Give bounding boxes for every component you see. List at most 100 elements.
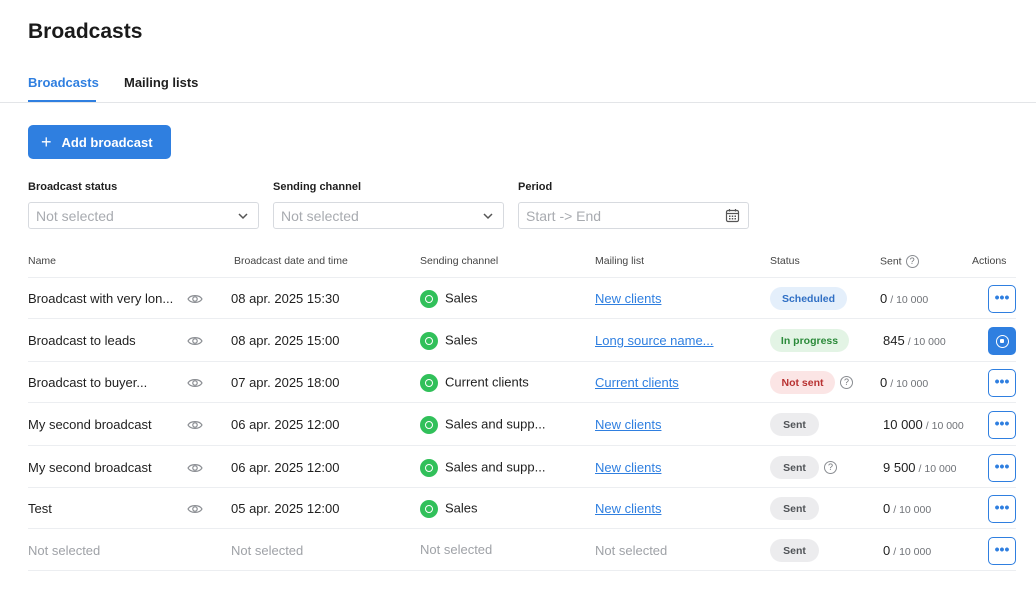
help-icon[interactable]: ?: [840, 376, 853, 389]
period-filter-value: Start -> End: [526, 207, 602, 224]
more-icon: •••: [994, 372, 1010, 389]
row-mailing-list[interactable]: New clients: [595, 460, 661, 475]
sent-count: 0: [880, 291, 888, 306]
table-row[interactable]: Test 05 apr. 2025 12:00 Sales New clients Se…: [28, 489, 1016, 529]
tab-broadcasts[interactable]: Broadcasts: [28, 75, 99, 90]
more-icon: •••: [994, 288, 1010, 305]
table-row[interactable]: Broadcast to leads 08 apr. 2025 15:00 Sale…: [28, 320, 1016, 362]
channel-filter-label: Sending channel: [273, 181, 362, 193]
sent-total: / 10 000: [890, 294, 929, 306]
row-sent: 10 000/ 10 000: [883, 417, 964, 432]
row-channel-label: Current clients: [445, 374, 529, 390]
row-name: Not selected: [28, 543, 101, 558]
sent-total: / 10 000: [890, 378, 929, 390]
period-filter-input[interactable]: Start -> End: [518, 202, 749, 229]
more-icon: •••: [994, 457, 1010, 474]
whatsapp-icon: [420, 459, 438, 477]
status-badge: Scheduled: [770, 287, 847, 310]
eye-icon[interactable]: [187, 293, 203, 305]
eye-icon[interactable]: [187, 377, 203, 389]
row-name: Test: [28, 501, 52, 516]
channel-filter-value: Not selected: [281, 207, 359, 224]
header-mailing-list: Mailing list: [595, 255, 645, 267]
calendar-icon: [725, 209, 740, 223]
row-mailing-list[interactable]: New clients: [595, 501, 661, 516]
whatsapp-icon: [420, 290, 438, 308]
period-filter-label: Period: [518, 181, 553, 193]
stop-button[interactable]: [988, 327, 1016, 355]
status-badge: Sent: [770, 539, 819, 562]
header-sent: Sent?: [880, 255, 919, 268]
more-icon: •••: [994, 498, 1010, 515]
status-filter-label: Broadcast status: [28, 181, 118, 193]
status-badge: Sent: [770, 456, 819, 479]
whatsapp-icon: [420, 374, 438, 392]
header-channel: Sending channel: [420, 255, 499, 267]
more-actions-button[interactable]: •••: [988, 285, 1016, 313]
row-date: 08 apr. 2025 15:30: [231, 291, 340, 306]
row-mailing-list[interactable]: New clients: [595, 417, 661, 432]
header-status: Status: [770, 255, 800, 267]
status-badge: In progress: [770, 329, 849, 352]
more-actions-button[interactable]: •••: [988, 495, 1016, 523]
header-sent-label: Sent: [880, 255, 902, 268]
row-channel-label: Sales and supp...: [445, 416, 546, 432]
row-mailing-list[interactable]: New clients: [595, 291, 661, 306]
more-icon: •••: [994, 540, 1010, 557]
row-date: 07 apr. 2025 18:00: [231, 375, 340, 390]
add-broadcast-button[interactable]: + Add broadcast: [28, 125, 171, 159]
sent-count: 845: [883, 333, 905, 348]
status-filter-value: Not selected: [36, 207, 114, 224]
chevron-down-icon: [483, 213, 493, 220]
more-actions-button[interactable]: •••: [988, 369, 1016, 397]
row-channel-label: Sales: [445, 332, 478, 348]
row-sent: 845/ 10 000: [883, 333, 946, 348]
help-icon[interactable]: ?: [824, 461, 837, 474]
add-broadcast-label: Add broadcast: [61, 134, 153, 150]
row-date: 08 apr. 2025 15:00: [231, 333, 340, 348]
eye-icon[interactable]: [187, 462, 203, 474]
row-mailing-list[interactable]: Current clients: [595, 375, 679, 390]
stop-icon: [995, 334, 1009, 348]
more-actions-button[interactable]: •••: [988, 454, 1016, 482]
row-channel: Not selected: [420, 542, 492, 557]
help-icon[interactable]: ?: [905, 255, 919, 268]
row-sent: 0/ 10 000: [880, 375, 928, 390]
eye-icon[interactable]: [187, 335, 203, 347]
sent-count: 0: [883, 543, 891, 558]
row-channel-label: Sales: [445, 290, 478, 306]
row-channel: Sales: [420, 332, 478, 350]
more-actions-button[interactable]: •••: [988, 537, 1016, 565]
row-sent: 9 500/ 10 000: [883, 460, 957, 475]
row-date: Not selected: [231, 543, 304, 558]
sent-total: / 10 000: [918, 463, 957, 475]
row-channel-label: Sales and supp...: [445, 459, 546, 475]
row-channel: Sales: [420, 290, 478, 308]
table-row[interactable]: My second broadcast 06 apr. 2025 12:00 Sal…: [28, 447, 1016, 488]
whatsapp-icon: [420, 332, 438, 350]
row-mailing-list: Not selected: [595, 543, 668, 558]
table-row[interactable]: Broadcast to buyer... 07 apr. 2025 18:00 C…: [28, 363, 1016, 403]
header-name: Name: [28, 255, 57, 267]
channel-filter-select[interactable]: Not selected: [273, 202, 504, 229]
whatsapp-icon: [420, 500, 438, 518]
table-row[interactable]: Broadcast with very lon... 08 apr. 2025 1…: [28, 278, 1016, 319]
more-icon: •••: [994, 414, 1010, 431]
eye-icon[interactable]: [187, 419, 203, 431]
status-filter-select[interactable]: Not selected: [28, 202, 259, 229]
row-sent: 0/ 10 000: [880, 291, 928, 306]
tab-bar: Broadcasts Mailing lists: [0, 66, 1036, 103]
row-name: Broadcast with very lon...: [28, 291, 174, 306]
chevron-down-icon: [238, 213, 248, 220]
active-tab-indicator: [28, 100, 96, 102]
row-name: Broadcast to leads: [28, 333, 136, 348]
eye-icon[interactable]: [187, 503, 203, 515]
table-row[interactable]: My second broadcast 06 apr. 2025 12:00 Sal…: [28, 404, 1016, 446]
table-row[interactable]: Not selected Not selected Not selected Not …: [28, 530, 1016, 571]
more-actions-button[interactable]: •••: [988, 411, 1016, 439]
row-mailing-list[interactable]: Long source name...: [595, 333, 714, 348]
sent-count: 0: [880, 375, 888, 390]
plus-icon: +: [41, 132, 52, 152]
tab-mailing-lists[interactable]: Mailing lists: [124, 75, 198, 90]
header-date: Broadcast date and time: [234, 255, 348, 267]
